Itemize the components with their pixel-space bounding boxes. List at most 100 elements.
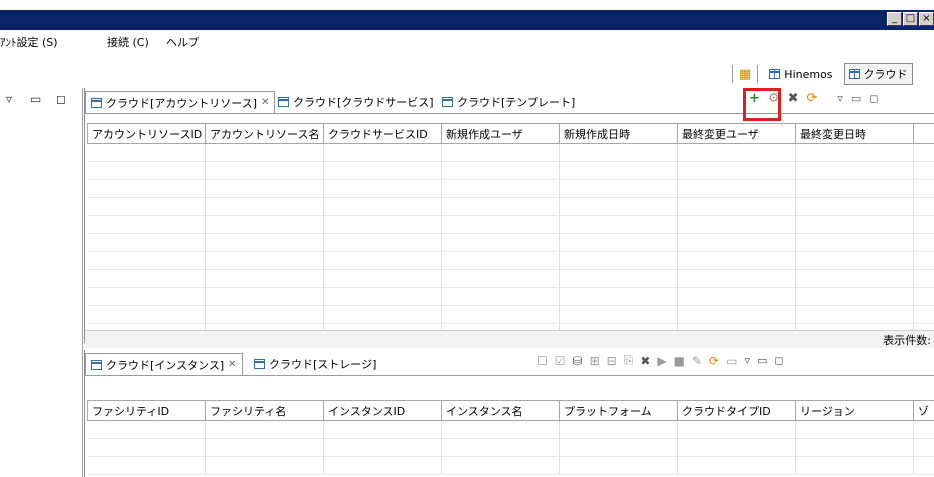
attach-icon[interactable]: ⊞ <box>590 354 600 368</box>
delete-icon[interactable]: ✖ <box>640 354 650 368</box>
column-header[interactable]: 新規作成ユーザ <box>441 123 560 144</box>
perspective-cloud[interactable]: クラウド <box>843 63 913 85</box>
table-row[interactable] <box>87 233 934 252</box>
column-header[interactable]: クラウドサービスID <box>323 123 442 144</box>
storage-icon[interactable]: ⛁ <box>573 354 583 368</box>
instance-table: ファシリティID ファシリティ名 インスタンスID インスタンス名 プラットフォ… <box>87 400 934 475</box>
table-row[interactable] <box>87 197 934 216</box>
table-row[interactable] <box>87 251 934 270</box>
bottom-tab-strip: クラウド[インスタンス] ✕ クラウド[ストレージ] ☐ ☑ ⛁ ⊞ ⊟ ⎘ ✖… <box>85 350 934 376</box>
view-icon <box>442 96 453 107</box>
delete-icon[interactable]: ✖ <box>788 91 799 106</box>
menu-connection[interactable]: 接続 (C) <box>107 34 149 50</box>
window-icon[interactable]: ▭ <box>726 354 737 368</box>
column-header[interactable]: アカウントリソース名 <box>205 123 324 144</box>
table-icon <box>769 69 781 79</box>
view-menu-icon[interactable]: ▿ <box>837 92 843 105</box>
table-row[interactable] <box>87 420 934 439</box>
tab-label: クラウド[アカウントリソース] <box>106 96 258 110</box>
perspective-cloud-label: クラウド <box>863 68 908 81</box>
minimize-view-icon[interactable]: ▭ <box>851 92 861 105</box>
stop-icon[interactable]: ■ <box>674 354 685 368</box>
tab-storage[interactable]: クラウド[ストレージ] <box>249 353 381 374</box>
tab-label: クラウド[インスタンス] <box>106 358 225 372</box>
table-row[interactable] <box>87 438 934 457</box>
table-row[interactable] <box>87 161 934 180</box>
toolbar-separator <box>757 65 759 83</box>
column-header[interactable]: リージョン <box>795 400 914 421</box>
table-row[interactable] <box>87 179 934 198</box>
refresh-icon[interactable]: ⟳ <box>806 91 817 106</box>
table-row[interactable] <box>87 456 934 475</box>
minimize-button[interactable]: _ <box>887 12 902 26</box>
tab-instance[interactable]: クラウド[インスタンス] ✕ <box>85 353 243 375</box>
column-header[interactable]: インスタンス名 <box>441 400 560 421</box>
tab-label: クラウド[テンプレート] <box>457 95 576 109</box>
close-tab-icon[interactable]: ✕ <box>228 359 236 370</box>
maximize-button[interactable]: □ <box>903 12 918 26</box>
column-header[interactable]: ファシリティID <box>87 400 206 421</box>
bottom-view-toolbar: ☐ ☑ ⛁ ⊞ ⊟ ⎘ ✖ ▶ ■ ✎ ⟳ ▭ ▿ ▭ ◻ <box>537 353 784 368</box>
column-header[interactable]: 最終変更ユーザ <box>677 123 796 144</box>
display-count-label: 表示件数: <box>883 334 931 347</box>
table-row[interactable] <box>87 143 934 162</box>
snapshot-icon[interactable]: ⎘ <box>624 353 634 368</box>
menu-client-settings[interactable]: ｱﾝﾄ設定 (S) <box>0 34 58 50</box>
left-pane: ▿ ▭ ◻ <box>0 88 83 477</box>
maximize-view-icon[interactable]: ◻ <box>56 92 69 106</box>
column-header[interactable]: クラウドタイプID <box>677 400 796 421</box>
perspective-hinemos[interactable]: Hinemos <box>764 65 837 84</box>
top-status-bar: 表示件数: <box>85 330 934 348</box>
top-tab-strip: クラウド[アカウントリソース] ✕ クラウド[クラウドサービス] クラウド[テン… <box>85 88 934 114</box>
view-icon <box>91 359 102 370</box>
perspective-switcher: ▦ Hinemos クラウド <box>732 63 913 85</box>
tab-template[interactable]: クラウド[テンプレート] <box>437 91 580 112</box>
tab-cloud-service[interactable]: クラウド[クラウドサービス] <box>273 91 439 112</box>
add-button-highlight <box>743 88 781 121</box>
tab-label: クラウド[ストレージ] <box>269 357 377 371</box>
start-icon[interactable]: ▶ <box>657 354 666 368</box>
table-row[interactable] <box>87 287 934 306</box>
perspective-hinemos-label: Hinemos <box>784 67 833 81</box>
column-header[interactable]: インスタンスID <box>323 400 442 421</box>
column-header[interactable]: ファシリティ名 <box>205 400 324 421</box>
checkbox-icon[interactable]: ☐ <box>537 354 548 368</box>
table-row[interactable] <box>87 305 934 324</box>
minimize-view-icon[interactable]: ▭ <box>30 92 44 106</box>
column-header[interactable]: ゾ <box>913 400 934 421</box>
column-header[interactable]: 新規作成日時 <box>559 123 678 144</box>
view-icon <box>278 96 289 107</box>
table-row[interactable] <box>87 215 934 234</box>
view-menu-icon[interactable]: ▿ <box>744 354 750 367</box>
edit-icon[interactable]: ✎ <box>692 354 702 368</box>
close-window-button[interactable]: × <box>919 12 934 26</box>
account-resource-view: クラウド[アカウントリソース] ✕ クラウド[クラウドサービス] クラウド[テン… <box>84 88 934 348</box>
checkbox-checked-icon[interactable]: ☑ <box>555 354 566 368</box>
refresh-icon[interactable]: ⟳ <box>709 354 719 368</box>
open-perspective-icon[interactable]: ▦ <box>739 67 751 82</box>
title-bar-band <box>0 10 934 30</box>
detach-icon[interactable]: ⊟ <box>607 354 617 368</box>
tab-account-resource[interactable]: クラウド[アカウントリソース] ✕ <box>85 91 276 113</box>
window-controls: _ □ × <box>887 12 934 26</box>
table-row[interactable] <box>87 269 934 288</box>
column-header[interactable]: プラットフォーム <box>559 400 678 421</box>
view-icon <box>91 97 102 108</box>
table-header-row: アカウントリソースID アカウントリソース名 クラウドサービスID 新規作成ユー… <box>87 123 934 144</box>
column-header-filler <box>913 123 934 144</box>
view-menu-icon[interactable]: ▿ <box>6 92 15 106</box>
account-resource-table: アカウントリソースID アカウントリソース名 クラウドサービスID 新規作成ユー… <box>87 123 934 342</box>
maximize-view-icon[interactable]: ◻ <box>869 92 878 105</box>
table-header-row: ファシリティID ファシリティ名 インスタンスID インスタンス名 プラットフォ… <box>87 400 934 421</box>
menu-help[interactable]: ヘルプ <box>166 34 199 50</box>
view-icon <box>254 358 265 369</box>
table-icon <box>848 69 860 79</box>
toolbar-separator <box>732 65 733 83</box>
column-header[interactable]: アカウントリソースID <box>87 123 206 144</box>
close-tab-icon[interactable]: ✕ <box>261 97 269 108</box>
minimize-view-icon[interactable]: ▭ <box>757 354 767 367</box>
column-header[interactable]: 最終変更日時 <box>795 123 914 144</box>
maximize-view-icon[interactable]: ◻ <box>774 354 783 367</box>
main-toolbar: ▦ Hinemos クラウド <box>0 52 934 88</box>
tab-label: クラウド[クラウドサービス] <box>293 95 434 109</box>
